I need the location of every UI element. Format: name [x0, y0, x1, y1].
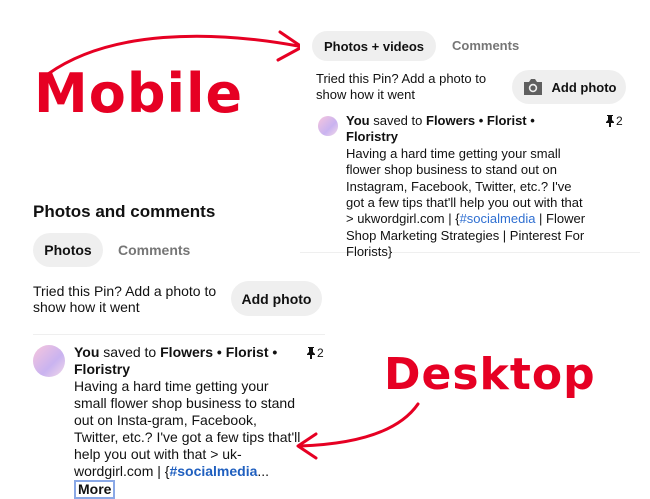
- divider: [33, 334, 325, 335]
- hashtag-link[interactable]: #socialmedia: [460, 211, 536, 226]
- saved-to-text-desktop: saved to: [103, 344, 157, 360]
- add-photo-button[interactable]: Add photo: [512, 70, 626, 104]
- section-title: Photos and comments: [33, 202, 216, 221]
- user-name[interactable]: You: [346, 113, 370, 128]
- avatar-desktop: [33, 345, 65, 377]
- hashtag-link-desktop[interactable]: #socialmedia: [169, 463, 257, 479]
- mobile-arrow: [46, 30, 304, 76]
- add-photo-button-desktop[interactable]: Add photo: [231, 281, 322, 316]
- more-button[interactable]: More: [74, 480, 116, 499]
- pin-icon: [606, 115, 614, 127]
- camera-icon: [523, 79, 542, 95]
- user-name-desktop[interactable]: You: [74, 344, 99, 360]
- add-photo-prompt-desktop: Tried this Pin? Add a photo to show how …: [33, 283, 217, 315]
- tab-photos-videos[interactable]: Photos + videos: [312, 31, 436, 61]
- tab-comments-desktop[interactable]: Comments: [118, 242, 190, 258]
- pin-icon-desktop: [307, 347, 315, 359]
- ellipsis: ...: [257, 463, 270, 479]
- pin-count: 2: [606, 114, 623, 128]
- saved-pin-feed-item: You saved to Flowers • Florist • Florist…: [346, 113, 586, 261]
- pin-count-desktop: 2: [307, 346, 324, 360]
- add-photo-prompt: Tried this Pin? Add a photo to show how …: [316, 71, 487, 102]
- saved-pin-feed-item-desktop: You saved to Flowers • Florist • Florist…: [74, 344, 304, 499]
- mobile-photos-panel: Photos + videos Comments Tried this Pin?…: [300, 24, 640, 259]
- tab-photos[interactable]: Photos: [33, 233, 103, 267]
- desktop-annotation-label: Desktop: [384, 349, 596, 400]
- desktop-arrow: [296, 402, 420, 460]
- saved-to-text: saved to: [373, 113, 423, 128]
- tab-comments[interactable]: Comments: [452, 38, 519, 53]
- avatar: [318, 116, 338, 136]
- add-photo-label: Add photo: [551, 79, 617, 95]
